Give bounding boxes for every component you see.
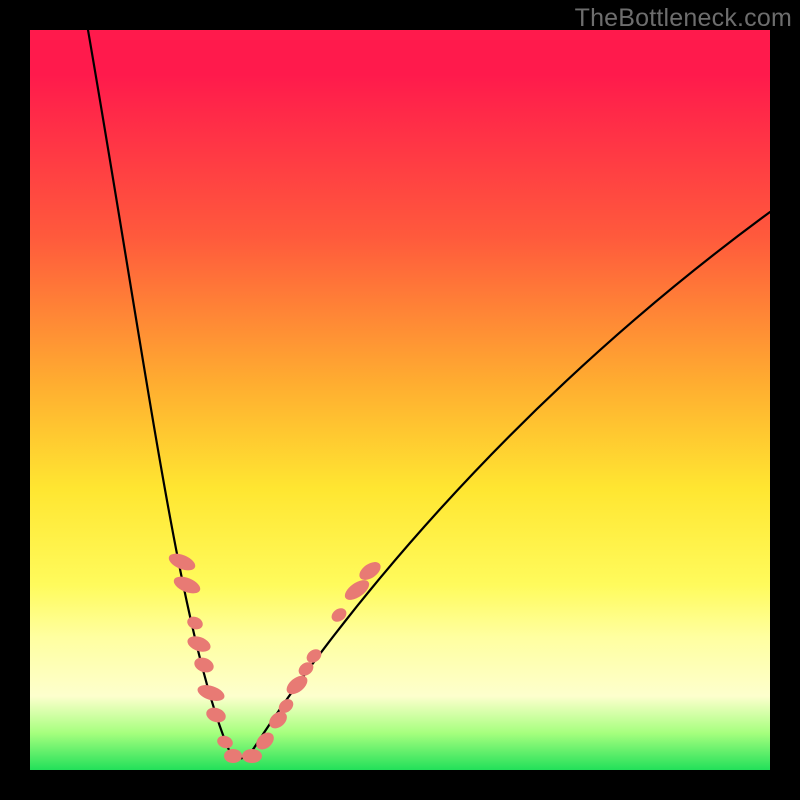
marker-dot <box>204 705 227 724</box>
bottleneck-curve <box>88 30 770 759</box>
marker-dot <box>283 672 311 698</box>
plot-area <box>30 30 770 770</box>
marker-dot <box>329 605 349 624</box>
marker-dot <box>166 550 197 573</box>
marker-dot <box>224 749 242 763</box>
marker-dot <box>185 614 204 631</box>
curve-svg <box>30 30 770 770</box>
marker-dot <box>242 749 262 763</box>
marker-dot <box>216 734 235 750</box>
marker-dot <box>192 655 216 675</box>
marker-dot <box>171 573 202 596</box>
marker-dot <box>342 576 373 604</box>
watermark-text: TheBottleneck.com <box>575 4 792 33</box>
chart-container: TheBottleneck.com <box>0 0 800 800</box>
